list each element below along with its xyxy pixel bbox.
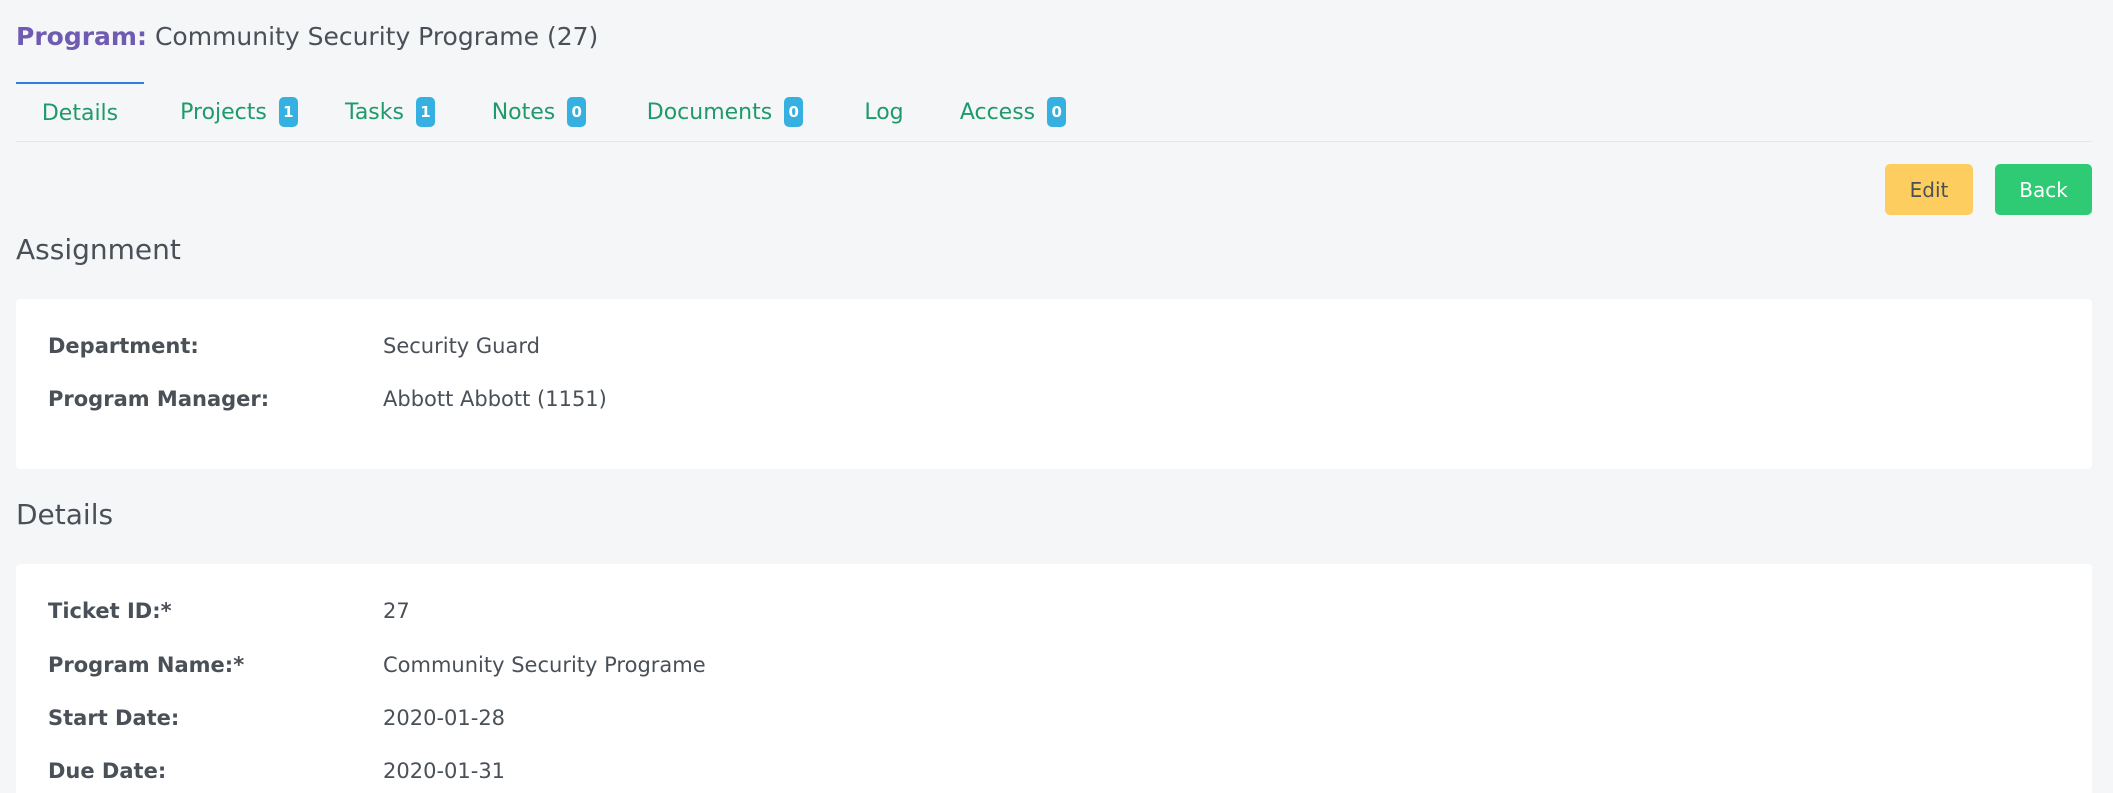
- tab-label: Notes: [491, 99, 556, 125]
- page-header: Program: Community Security Programe (27…: [16, 22, 598, 51]
- details-section-title: Details: [16, 498, 114, 531]
- tab-log[interactable]: Log: [856, 82, 912, 142]
- details-card: Ticket ID:* 27 Program Name:* Community …: [16, 564, 2092, 793]
- tab-label: Documents: [646, 99, 773, 125]
- assignment-card: Department: Security Guard Program Manag…: [16, 299, 2092, 469]
- count-badge: 1: [415, 97, 435, 127]
- field-value: 2020-01-28: [383, 706, 506, 730]
- tab-projects[interactable]: Projects 1: [170, 82, 308, 142]
- count-badge: 0: [567, 97, 587, 127]
- assignment-section-title: Assignment: [16, 233, 181, 266]
- count-badge: 0: [1047, 97, 1067, 127]
- tab-label: Tasks: [345, 99, 404, 125]
- tab-label: Details: [41, 100, 119, 126]
- field-value: 2020-01-31: [383, 759, 506, 783]
- field-value: Community Security Programe: [383, 653, 706, 677]
- field-value: 27: [383, 599, 410, 623]
- tab-label: Projects: [180, 99, 267, 125]
- tab-notes[interactable]: Notes 0: [482, 82, 596, 142]
- tab-documents[interactable]: Documents 0: [637, 82, 813, 142]
- back-button[interactable]: Back: [1995, 164, 2092, 215]
- tab-details[interactable]: Details: [16, 82, 144, 142]
- edit-button[interactable]: Edit: [1885, 164, 1973, 215]
- field-label: Program Manager:: [48, 387, 270, 411]
- tab-label: Log: [864, 99, 904, 125]
- tab-label: Access: [959, 99, 1036, 125]
- tab-access[interactable]: Access 0: [945, 82, 1081, 142]
- page-title: Community Security Programe (27): [154, 22, 599, 51]
- field-label: Start Date:: [48, 706, 180, 730]
- field-value: Security Guard: [383, 334, 540, 358]
- count-badge: 1: [278, 97, 298, 127]
- program-label: Program:: [16, 22, 147, 51]
- program-view: Program: Community Security Programe (27…: [16, 0, 2092, 793]
- field-label: Ticket ID:*: [48, 599, 172, 623]
- count-badge: 0: [784, 97, 804, 127]
- tab-tasks[interactable]: Tasks 1: [334, 82, 446, 142]
- tab-bar: Details Projects 1 Tasks 1 Notes 0 Docum…: [16, 82, 2092, 142]
- field-label: Due Date:: [48, 759, 167, 783]
- field-label: Program Name:*: [48, 653, 245, 677]
- field-label: Department:: [48, 334, 199, 358]
- field-value: Abbott Abbott (1151): [383, 387, 607, 411]
